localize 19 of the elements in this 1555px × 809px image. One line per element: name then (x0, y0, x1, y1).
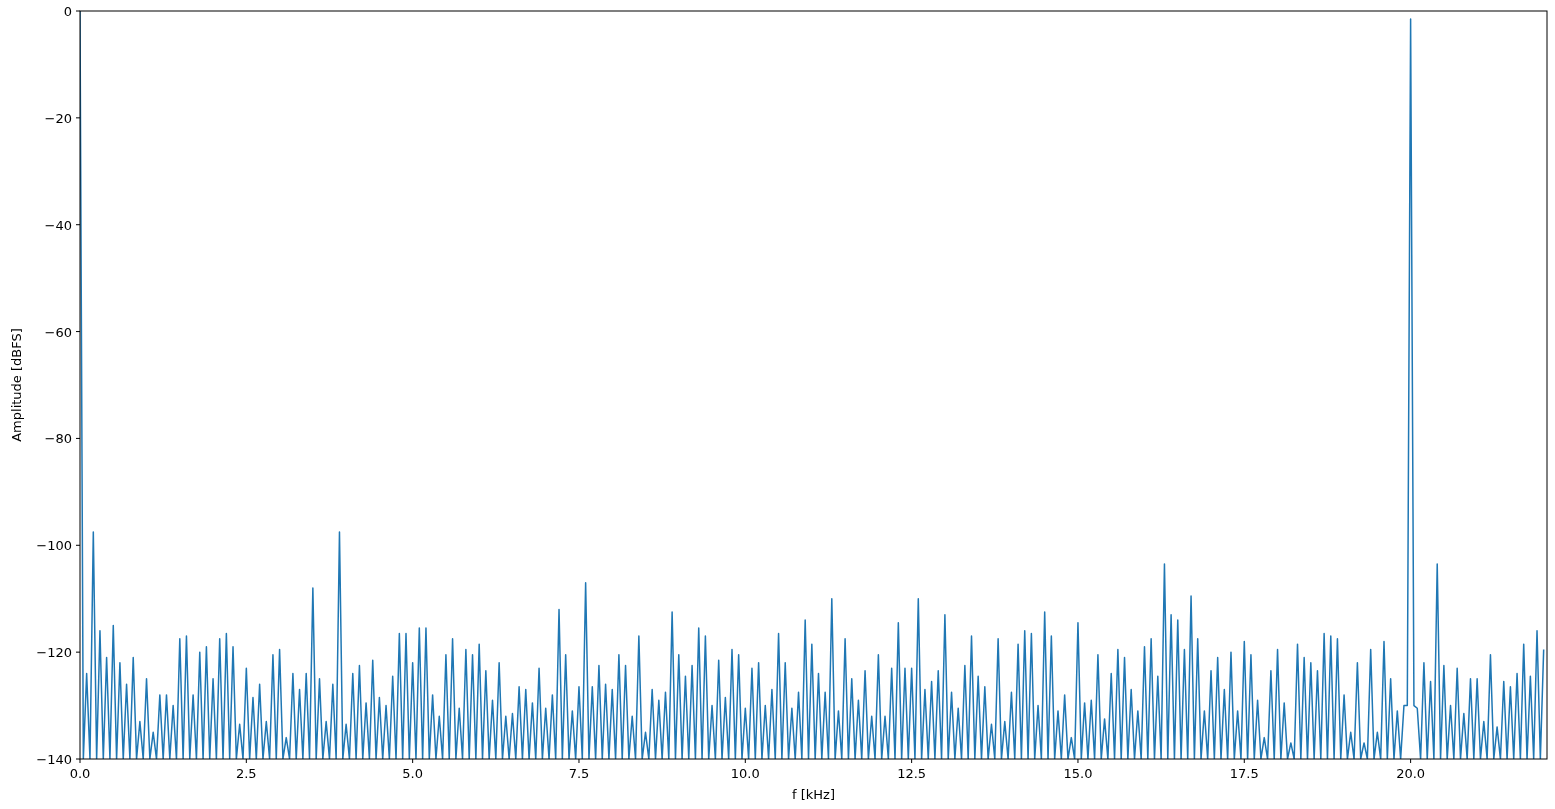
x-tick-label: 2.5 (236, 766, 257, 781)
y-tick-label: 0 (63, 4, 72, 19)
x-tick-label: 20.0 (1396, 766, 1426, 781)
x-tick-label: 5.0 (402, 766, 423, 781)
x-tick-label: 15.0 (1063, 766, 1093, 781)
y-tick-label: −120 (36, 645, 72, 661)
x-tick-label: 17.5 (1229, 766, 1259, 781)
x-axis-label: f [kHz] (792, 787, 835, 802)
y-tick-label: −20 (44, 110, 72, 126)
x-tick-label: 12.5 (897, 766, 927, 781)
y-tick-label: −80 (44, 431, 72, 447)
x-tick-label: 10.0 (730, 766, 760, 781)
y-tick-label: −60 (44, 324, 72, 340)
y-axis-label: Amplitude [dBFS] (9, 328, 24, 442)
y-tick-label: −100 (36, 538, 72, 554)
x-tick-label: 7.5 (568, 766, 590, 781)
y-tick-label: −40 (44, 217, 72, 233)
y-tick-label: −140 (36, 752, 72, 767)
x-tick-label: 0.0 (69, 766, 91, 781)
